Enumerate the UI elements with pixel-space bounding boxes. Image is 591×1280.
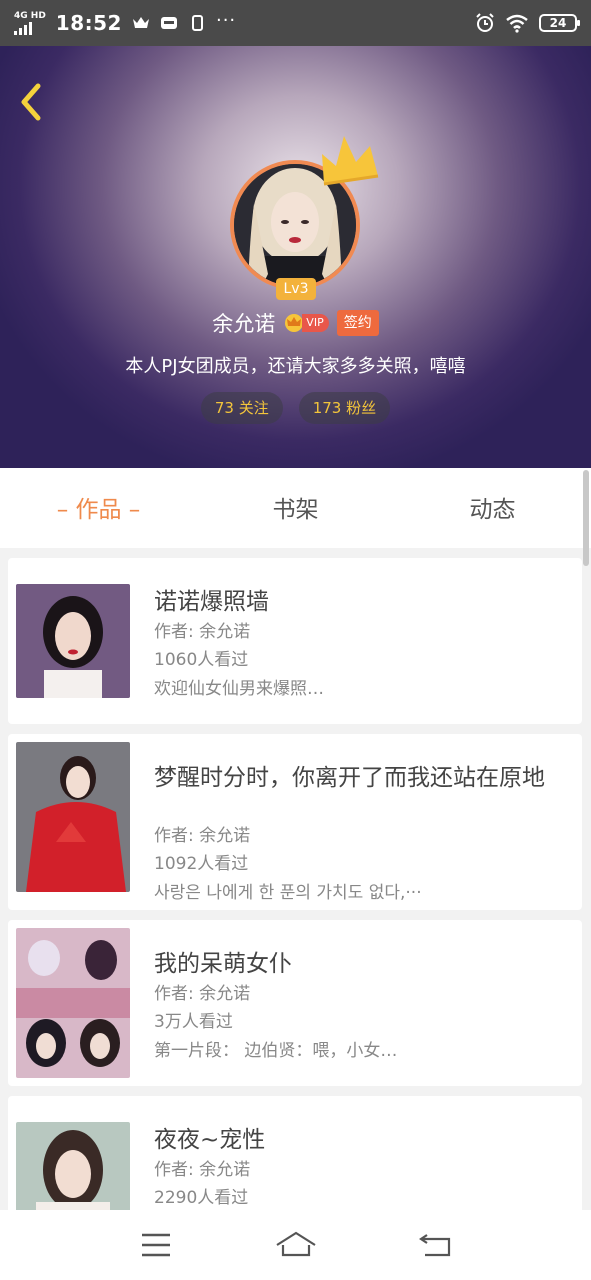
tab-bookshelf[interactable]: 书架 [197,468,394,548]
signal-icon [14,21,32,35]
work-cover-image [16,742,130,892]
work-author: 作者: 余允诺 [154,984,251,1004]
back-nav-icon[interactable] [411,1225,461,1265]
system-nav-bar [0,1210,591,1280]
work-title: 我的呆萌女仆 [154,951,292,977]
stats-row: 73 关注 173 粉丝 [0,392,591,424]
clock: 18:52 [55,11,122,35]
list-item[interactable]: 夜夜~宠性 作者: 余允诺 2290人看过 [8,1096,582,1216]
work-description: 欢迎仙女仙男来爆照… [154,679,324,699]
work-author: 作者: 余允诺 [154,622,251,642]
work-author: 作者: 余允诺 [154,826,251,846]
crown-icon [322,136,379,186]
user-bio: 本人PJ女团成员，还请大家多多关照，嘻嘻 [125,356,466,377]
home-icon[interactable] [271,1225,321,1265]
work-views: 1092人看过 [154,854,249,874]
list-item[interactable]: 诺诺爆照墙 作者: 余允诺 1060人看过 欢迎仙女仙男来爆照… [8,558,582,724]
work-description: 사랑은 나에게 한 푼의 가치도 없다,··· [154,883,422,903]
name-row: 余允诺 VIP 签约 [0,308,591,338]
work-title: 夜夜~宠性 [154,1127,266,1153]
username: 余允诺 [212,312,276,336]
back-button[interactable] [14,80,48,124]
work-views: 3万人看过 [154,1012,233,1032]
signed-badge: 签约 [336,310,379,336]
app-notification-icon [160,17,177,29]
scrollbar[interactable] [583,470,589,566]
work-cover-image [16,928,130,1078]
profile-header: Lv3 余允诺 VIP 签约 本人PJ女团成员，还请大家多多关照，嘻嘻 73 关… [0,46,591,468]
fans-count-button[interactable]: 173 粉丝 [298,392,391,424]
vip-label: VIP [302,314,329,332]
signal-indicator: 4G HD [14,10,46,35]
tab-works[interactable]: – 作品 – [0,468,197,548]
menu-icon[interactable] [131,1225,181,1265]
vip-badge: VIP [283,312,329,334]
work-author: 作者: 余允诺 [154,1160,251,1180]
tab-activity[interactable]: 动态 [394,468,591,548]
work-views: 2290人看过 [154,1188,249,1208]
profile-tabs: – 作品 – 书架 动态 [0,468,591,548]
wifi-icon [506,14,528,33]
works-list: 诺诺爆照墙 作者: 余允诺 1060人看过 欢迎仙女仙男来爆照… 梦醒时分时，你… [8,558,582,1226]
alarm-icon [476,13,494,32]
app-root: 4G HD 18:52 ··· 24 Lv3 余允诺 VIP 签约 本人PJ女团… [0,0,591,1280]
work-cover-image [16,584,130,698]
crown-notification-icon [132,17,149,28]
work-title: 诺诺爆照墙 [154,589,269,615]
battery-indicator: 24 [539,14,580,32]
more-notifications-icon: ··· [215,9,237,31]
work-views: 1060人看过 [154,650,249,670]
work-description: 第一片段： 边伯贤：喂，小女… [154,1041,398,1061]
work-cover-image [16,1122,130,1216]
network-type: 4G HD [14,10,46,21]
list-item[interactable]: 我的呆萌女仆 作者: 余允诺 3万人看过 第一片段： 边伯贤：喂，小女… [8,920,582,1086]
list-item[interactable]: 梦醒时分时，你离开了而我还站在原地 作者: 余允诺 1092人看过 사랑은 나에… [8,734,582,910]
status-bar: 4G HD 18:52 ··· 24 [0,0,591,46]
following-count-button[interactable]: 73 关注 [200,392,283,424]
phone-notification-icon [191,15,203,31]
work-title: 梦醒时分时，你离开了而我还站在原地 [154,765,545,791]
level-badge: Lv3 [276,278,316,300]
